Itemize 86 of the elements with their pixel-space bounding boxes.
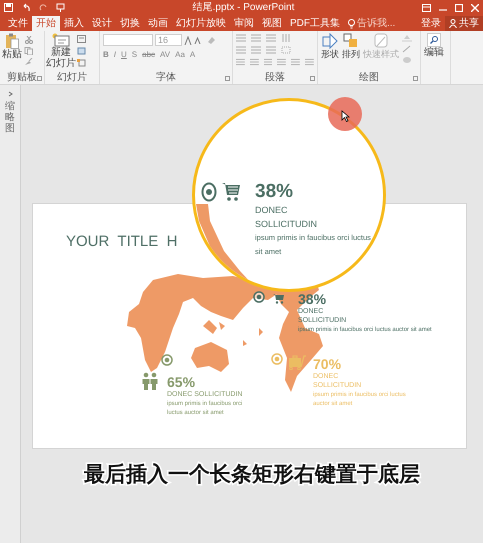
ribbon-tab[interactable]: 视图 [258,16,286,31]
ribbon-tab[interactable]: 审阅 [230,16,258,31]
section-icon[interactable] [77,59,87,67]
format-button[interactable]: S [132,51,138,59]
ribbon-tab[interactable]: 动画 [144,16,172,31]
callout-heading: DONEC [255,204,289,217]
format-button[interactable]: U [121,51,127,59]
dialog-launcher-icon[interactable] [37,76,42,81]
decrease-indent-icon[interactable] [236,46,246,54]
shopping-cart-icon [222,182,242,202]
person-icon [449,19,457,28]
format-button[interactable]: B [103,51,109,59]
group-label: 段落 [265,73,285,83]
scissors-icon[interactable] [24,36,34,44]
group-label: 剪贴板 [7,73,37,83]
font-size-field[interactable]: 16 [155,34,182,46]
justify-icon[interactable] [277,58,286,66]
group-label: 字体 [156,73,176,83]
format-button[interactable]: A [190,51,196,59]
reset-icon[interactable] [77,47,87,55]
expand-chevron-icon[interactable] [8,91,12,97]
undo-icon[interactable] [21,3,31,12]
close-icon[interactable] [471,4,479,12]
bullets-icon[interactable] [236,34,246,42]
ribbon-tab[interactable]: PDF工具集 [286,16,344,31]
shape-fill-icon[interactable] [402,34,412,42]
slide-title: YOUR TITLE H [66,232,178,252]
percent-value: 38% [255,181,294,203]
align-center-icon[interactable] [250,58,259,66]
percent-value: 65% [167,374,196,390]
luggage-cart-icon [287,355,307,370]
layout-icon[interactable] [77,35,87,43]
redo-icon[interactable] [39,3,48,12]
video-caption: 最后插入一个长条矩形右键置于底层 [83,462,421,488]
format-button[interactable]: AV [160,51,170,59]
shrink-font-icon[interactable] [194,36,201,44]
font-name-field[interactable] [103,34,153,46]
shape-effects-icon[interactable] [402,56,412,64]
align-left-icon[interactable] [236,58,245,66]
format-button[interactable]: abc [142,51,156,59]
shopping-cart-icon [273,293,285,304]
thumbnail-pane-label[interactable]: 缩略图 [5,101,15,134]
dialog-launcher-icon[interactable] [225,76,230,81]
presentation-icon[interactable] [56,3,65,12]
grow-font-icon[interactable] [184,36,192,44]
ribbon-tab[interactable]: 设计 [88,16,116,31]
group-label: 绘图 [359,73,379,83]
format-button[interactable]: Aa [175,51,185,59]
brush-icon[interactable] [24,58,34,66]
dialog-launcher-icon[interactable] [310,76,315,81]
drawing-tool-button[interactable]: 排列 [342,33,360,60]
editing-button[interactable]: 编辑 [424,33,444,58]
ribbon-display-icon[interactable] [422,4,431,12]
ribbon-tab[interactable]: 插入 [60,16,88,31]
window-title: 结尾.pptx - PowerPoint [192,2,296,12]
numbering-icon[interactable] [251,34,261,42]
new-slide-label: 新建 幻灯片 [46,47,76,69]
share-button[interactable]: 共享 [445,16,483,31]
ribbon-tab[interactable]: 文件 [4,16,32,31]
ribbon-tab[interactable]: 开始 [32,16,60,31]
dialog-launcher-icon[interactable] [413,76,418,81]
group-label: 幻灯片 [57,73,87,83]
lightbulb-icon [348,18,355,28]
increase-indent-icon[interactable] [251,46,261,54]
maximize-icon[interactable] [455,4,463,12]
columns-icon[interactable] [281,34,291,42]
sign-in-link[interactable]: 登录 [417,16,445,31]
save-icon[interactable] [4,3,13,12]
align-text-icon[interactable] [281,46,291,54]
percent-value: 70% [313,356,342,372]
new-slide-button[interactable]: 新建 幻灯片 [48,33,74,69]
line-spacing-icon[interactable] [266,34,276,42]
ribbon-tab[interactable]: 切换 [116,16,144,31]
ribbon-tab[interactable]: 幻灯片放映 [172,16,230,31]
paste-button[interactable]: 粘贴 [3,33,21,60]
tell-me-field[interactable]: 告诉我... [357,16,396,31]
align-right-icon[interactable] [264,58,272,66]
copy-icon[interactable] [24,47,34,55]
eraser-icon[interactable] [207,36,216,44]
shape-outline-icon[interactable] [402,45,412,53]
format-button[interactable]: I [114,51,116,59]
two-people-icon [141,372,159,390]
cursor-icon [341,110,350,122]
drawing-tool-button[interactable]: 形状 [321,33,339,60]
map-pin-icon [201,182,217,202]
callout-heading: SOLLICITUDIN [255,218,318,231]
